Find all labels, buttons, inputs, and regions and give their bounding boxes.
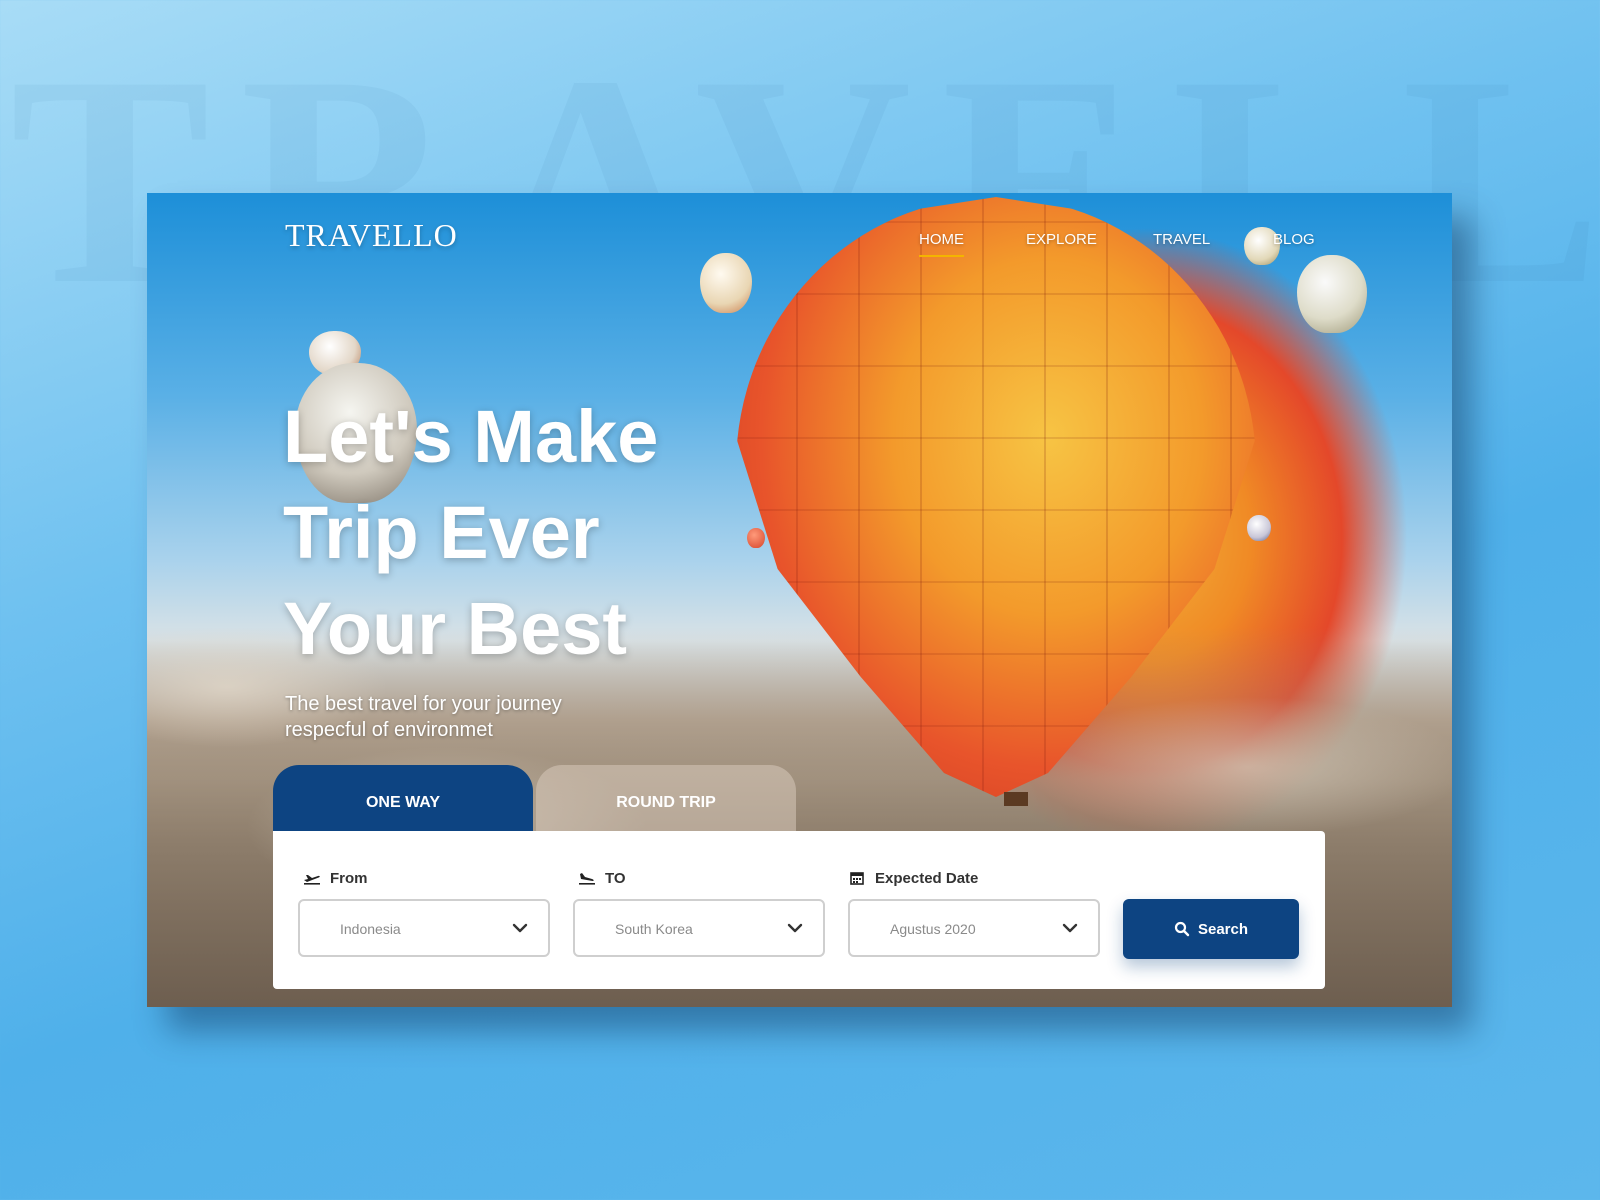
search-button[interactable]: Search — [1123, 899, 1299, 959]
balloon-basket-image — [1004, 792, 1028, 806]
date-select[interactable]: Agustus 2020 — [848, 899, 1100, 957]
tab-round-trip[interactable]: ROUND TRIP — [536, 765, 796, 831]
chevron-down-icon — [510, 918, 530, 938]
search-icon — [1174, 921, 1190, 937]
plane-departure-icon — [303, 869, 321, 887]
search-button-label: Search — [1197, 920, 1249, 938]
booking-panel: From Indonesia TO South Korea Expected D… — [273, 831, 1325, 989]
to-label: TO — [605, 869, 626, 887]
nav-item-blog[interactable]: BLOG — [1273, 231, 1315, 248]
calendar-icon — [848, 869, 866, 887]
hero-headline-line: Your Best — [283, 587, 628, 670]
chevron-down-icon — [785, 918, 805, 938]
plane-arrival-icon — [578, 869, 596, 887]
to-field-label: TO — [578, 869, 626, 887]
hero-subtitle: The best travel for your journey respecf… — [285, 693, 562, 741]
small-balloon-image — [700, 253, 752, 313]
date-field-label: Expected Date — [848, 869, 978, 887]
brand-logo[interactable]: TRAVELLO — [285, 217, 458, 254]
nav-item-explore[interactable]: EXPLORE — [1026, 231, 1097, 248]
from-value: Indonesia — [340, 921, 401, 937]
hero-headline-line: Trip Ever — [283, 491, 600, 574]
hero-headline-line: Let's Make — [283, 395, 659, 478]
from-field-label: From — [303, 869, 368, 887]
small-balloon-image — [1247, 515, 1271, 541]
chevron-down-icon — [1060, 918, 1080, 938]
to-value: South Korea — [615, 921, 693, 937]
hero-card: TRAVELLO HOME EXPLORE TRAVEL BLOG Let's … — [147, 193, 1452, 1007]
date-value: Agustus 2020 — [890, 921, 976, 937]
to-select[interactable]: South Korea — [573, 899, 825, 957]
hero-headline: Let's Make Trip Ever Your Best — [283, 389, 783, 677]
from-label: From — [330, 869, 368, 887]
nav-item-travel[interactable]: TRAVEL — [1153, 231, 1210, 248]
date-label: Expected Date — [875, 869, 979, 887]
nav-item-home[interactable]: HOME — [919, 231, 964, 257]
small-balloon-image — [1297, 255, 1367, 333]
from-select[interactable]: Indonesia — [298, 899, 550, 957]
tab-one-way[interactable]: ONE WAY — [273, 765, 533, 831]
